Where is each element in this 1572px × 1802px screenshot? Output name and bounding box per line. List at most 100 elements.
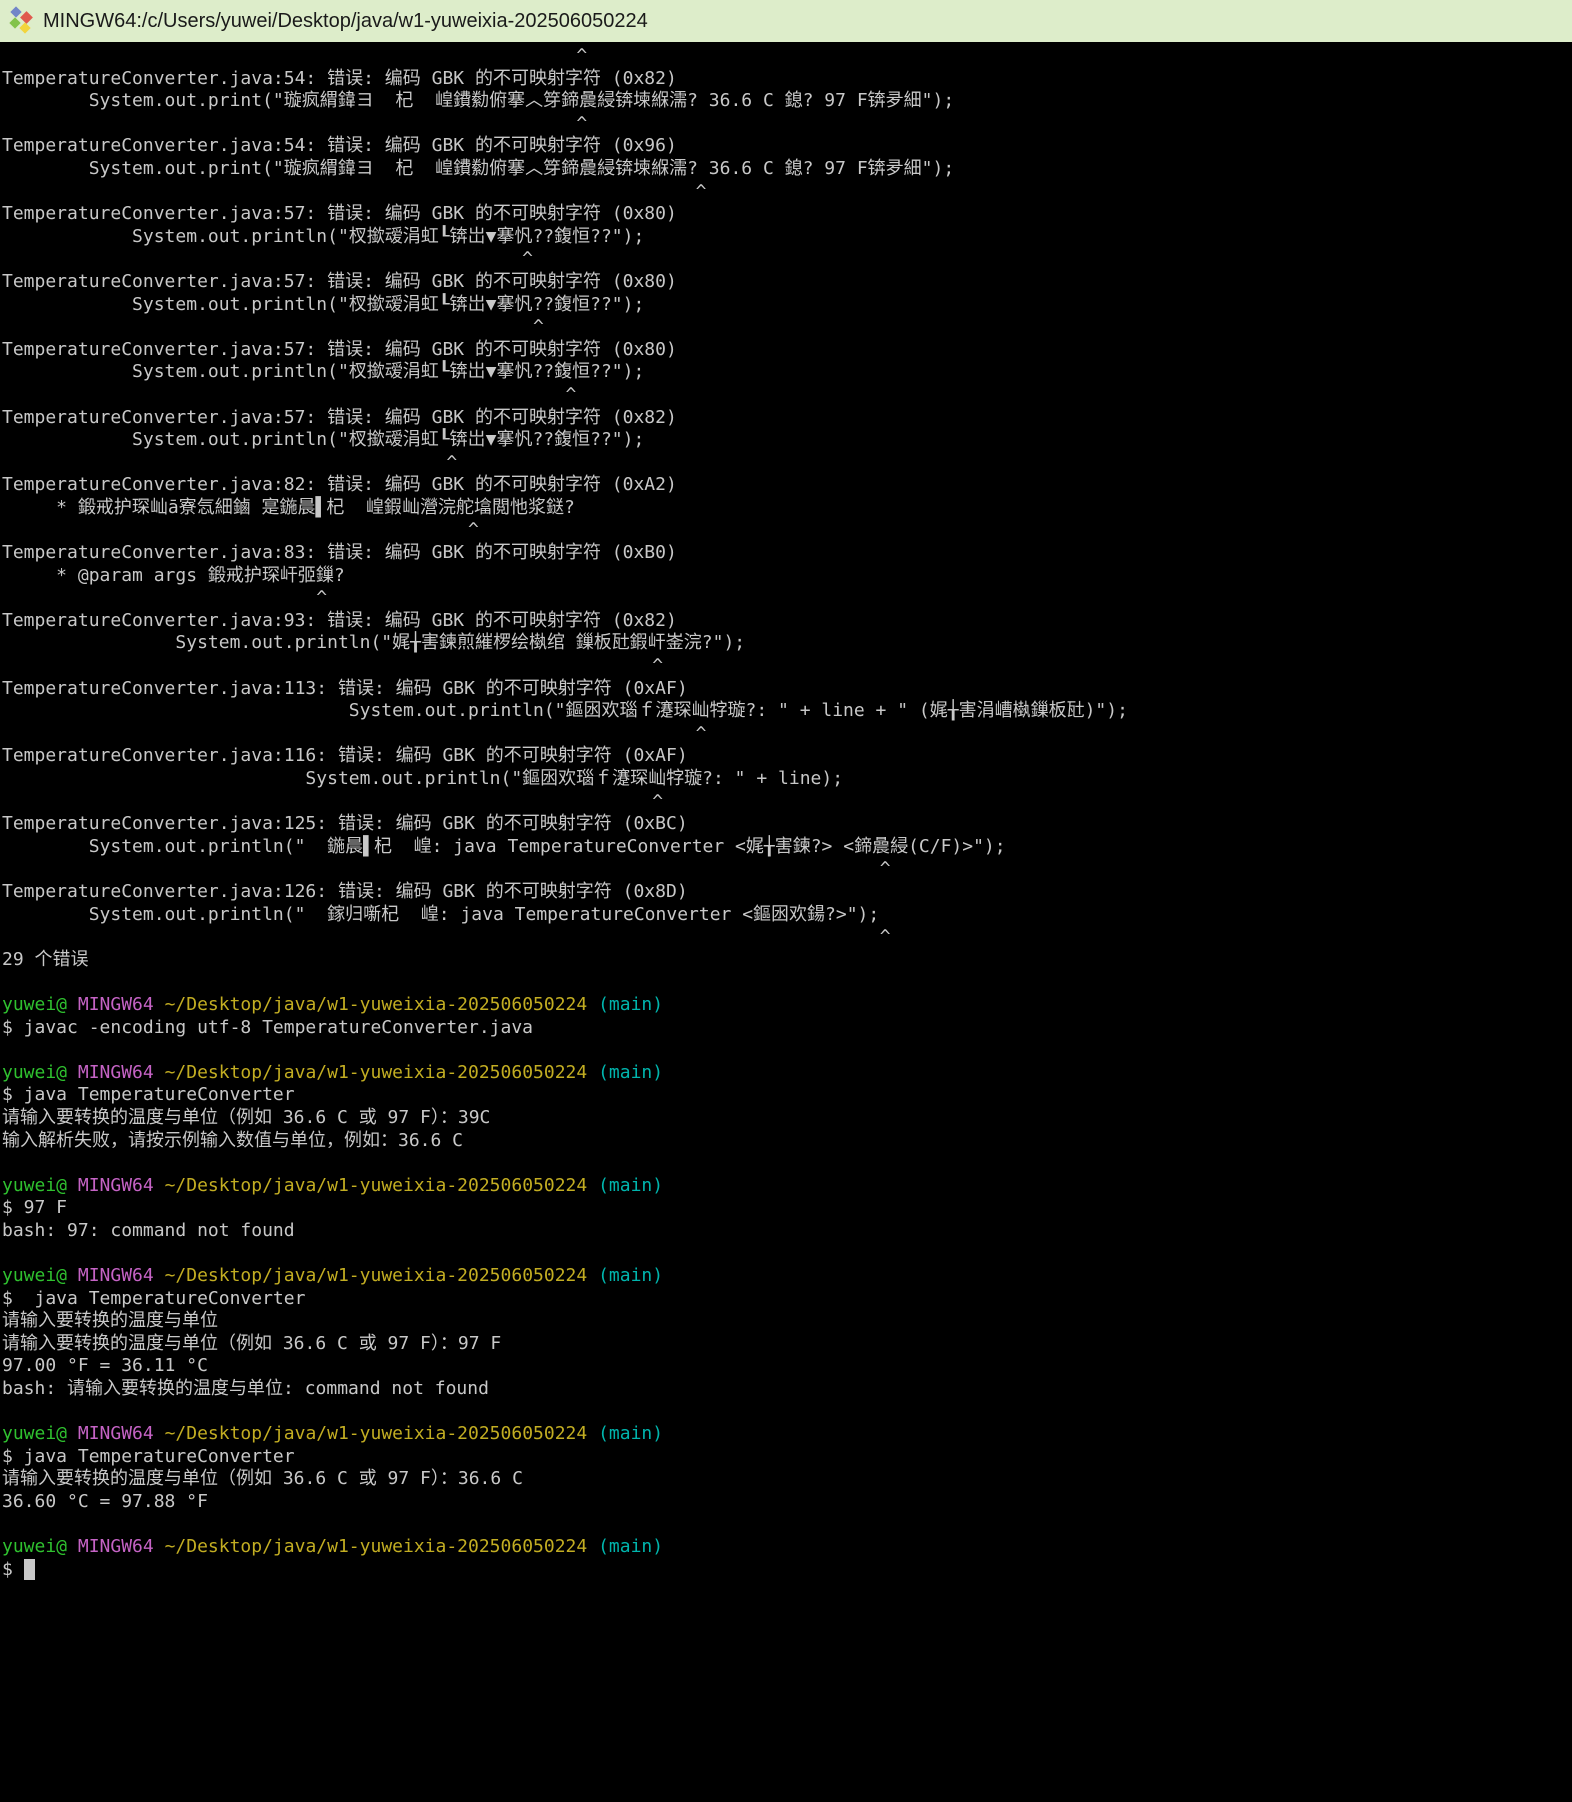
terminal-text: ~/Desktop/java/w1-yuweixia-202506050224 <box>165 1423 588 1444</box>
terminal-line: System.out.println("杈撳叆涓虹┖锛岀▼搴忛??鍑恒??"); <box>2 294 1572 317</box>
terminal-line: TemperatureConverter.java:93: 错误: 编码 GBK… <box>2 610 1572 633</box>
terminal-text <box>154 994 165 1015</box>
terminal-text: TemperatureConverter.java:54: 错误: 编码 GBK… <box>2 68 677 89</box>
terminal-line: System.out.print("璇疯緭鍏ヨ 杞 崲鐨勬俯搴︿笌鍗曟綅锛堜緥濡… <box>2 158 1572 181</box>
terminal-line: yuwei@ MINGW64 ~/Desktop/java/w1-yuweixi… <box>2 1536 1572 1559</box>
terminal-text: ^ <box>2 45 587 66</box>
terminal-text: TemperatureConverter.java:116: 错误: 编码 GB… <box>2 745 688 766</box>
terminal-line: TemperatureConverter.java:83: 错误: 编码 GBK… <box>2 542 1572 565</box>
terminal-text: TemperatureConverter.java:57: 错误: 编码 GBK… <box>2 203 677 224</box>
terminal-line <box>2 1152 1572 1175</box>
terminal-line: ^ <box>2 113 1572 136</box>
terminal-line <box>2 1514 1572 1537</box>
terminal-line: TemperatureConverter.java:57: 错误: 编码 GBK… <box>2 407 1572 430</box>
terminal-text: TemperatureConverter.java:82: 错误: 编码 GBK… <box>2 474 677 495</box>
terminal-text: ~/Desktop/java/w1-yuweixia-202506050224 <box>165 994 588 1015</box>
terminal-line: System.out.println(" 鎵归噺杞 崲: java Temper… <box>2 904 1572 927</box>
terminal-line: 请输入要转换的温度与单位（例如 36.6 C 或 97 F）：39C <box>2 1107 1572 1130</box>
terminal-text: ^ <box>2 858 891 879</box>
terminal-text <box>154 1062 165 1083</box>
terminal-text: (main) <box>598 1265 663 1286</box>
terminal-line: yuwei@ MINGW64 ~/Desktop/java/w1-yuweixi… <box>2 1265 1572 1288</box>
terminal-line: ^ <box>2 858 1572 881</box>
terminal-output[interactable]: ^TemperatureConverter.java:54: 错误: 编码 GB… <box>0 42 1572 1581</box>
terminal-line: $ <box>2 1559 1572 1582</box>
terminal-text <box>587 1536 598 1557</box>
terminal-text: ^ <box>2 655 663 676</box>
terminal-line: $ java TemperatureConverter <box>2 1446 1572 1469</box>
terminal-line: * 鍛戒护琛屾ā寮忥細鏀 寔鍦晨▌杞 崲鍜屾瀯浣舵墖閲忚浆鎹? <box>2 497 1572 520</box>
terminal-line: 29 个错误 <box>2 949 1572 972</box>
terminal-text: TemperatureConverter.java:93: 错误: 编码 GBK… <box>2 610 677 631</box>
terminal-text: 29 个错误 <box>2 949 89 970</box>
terminal-text: ^ <box>2 248 533 269</box>
terminal-line: TemperatureConverter.java:54: 错误: 编码 GBK… <box>2 68 1572 91</box>
terminal-text: (main) <box>598 1536 663 1557</box>
terminal-cursor <box>24 1559 35 1580</box>
terminal-line: yuwei@ MINGW64 ~/Desktop/java/w1-yuweixi… <box>2 1175 1572 1198</box>
terminal-text: TemperatureConverter.java:57: 错误: 编码 GBK… <box>2 407 677 428</box>
terminal-line: yuwei@ MINGW64 ~/Desktop/java/w1-yuweixi… <box>2 1062 1572 1085</box>
terminal-line: 输入解析失败，请按示例输入数值与单位，例如：36.6 C <box>2 1130 1572 1153</box>
terminal-line: System.out.println("娓╁害鍊煎繀椤绘槸绾 鏁板瓧鍜屽崟浣?"… <box>2 632 1572 655</box>
terminal-text: System.out.println("鏂囦欢瑙ｆ瀽琛屾牸璇?: " + lin… <box>2 768 843 789</box>
terminal-text <box>154 1423 165 1444</box>
terminal-text: TemperatureConverter.java:125: 错误: 编码 GB… <box>2 813 688 834</box>
terminal-text <box>67 1062 78 1083</box>
terminal-text: 请输入要转换的温度与单位 <box>2 1310 218 1331</box>
terminal-text: TemperatureConverter.java:57: 错误: 编码 GBK… <box>2 339 677 360</box>
terminal-line: ^ <box>2 519 1572 542</box>
terminal-line: TemperatureConverter.java:57: 错误: 编码 GBK… <box>2 203 1572 226</box>
terminal-line: TemperatureConverter.java:125: 错误: 编码 GB… <box>2 813 1572 836</box>
terminal-text: System.out.println("杈撳叆涓虹┖锛岀▼搴忛??鍑恒??"); <box>2 361 644 382</box>
terminal-line: System.out.println("杈撳叆涓虹┖锛岀▼搴忛??鍑恒??"); <box>2 429 1572 452</box>
terminal-line: yuwei@ MINGW64 ~/Desktop/java/w1-yuweixi… <box>2 1423 1572 1446</box>
terminal-line: ^ <box>2 316 1572 339</box>
terminal-line: TemperatureConverter.java:126: 错误: 编码 GB… <box>2 881 1572 904</box>
terminal-text: 请输入要转换的温度与单位（例如 36.6 C 或 97 F）：97 F <box>2 1333 501 1354</box>
terminal-text: 97.00 °F = 36.11 °C <box>2 1355 208 1376</box>
terminal-line: TemperatureConverter.java:57: 错误: 编码 GBK… <box>2 339 1572 362</box>
terminal-line: ^ <box>2 181 1572 204</box>
terminal-line: System.out.print("璇疯緭鍏ヨ 杞 崲鐨勬俯搴︿笌鍗曟綅锛堜緥濡… <box>2 90 1572 113</box>
terminal-text <box>587 1062 598 1083</box>
terminal-line: * @param args 鍛戒护琛屽弬鏁? <box>2 565 1572 588</box>
terminal-text: ^ <box>2 926 891 947</box>
terminal-text: ~/Desktop/java/w1-yuweixia-202506050224 <box>165 1265 588 1286</box>
terminal-text: MINGW64 <box>78 1062 154 1083</box>
terminal-text: MINGW64 <box>78 1536 154 1557</box>
terminal-line: 请输入要转换的温度与单位 <box>2 1310 1572 1333</box>
terminal-line: System.out.println(" 鍦晨▌杞 崲: java Temper… <box>2 836 1572 859</box>
terminal-text: System.out.println("鏂囦欢瑙ｆ瀽琛屾牸璇?: " + lin… <box>2 700 1128 721</box>
terminal-line: bash: 97: command not found <box>2 1220 1572 1243</box>
terminal-text: (main) <box>598 994 663 1015</box>
terminal-text: yuwei@ <box>2 1062 67 1083</box>
terminal-text <box>587 1175 598 1196</box>
terminal-text: $ 97 F <box>2 1197 67 1218</box>
terminal-text: $ java TemperatureConverter <box>2 1288 305 1309</box>
terminal-text: ~/Desktop/java/w1-yuweixia-202506050224 <box>165 1175 588 1196</box>
terminal-text: ^ <box>2 384 576 405</box>
terminal-text: ~/Desktop/java/w1-yuweixia-202506050224 <box>165 1536 588 1557</box>
terminal-text: * @param args 鍛戒护琛屽弬鏁? <box>2 565 345 586</box>
terminal-text: System.out.println("杈撳叆涓虹┖锛岀▼搴忛??鍑恒??"); <box>2 226 644 247</box>
terminal-line: ^ <box>2 248 1572 271</box>
terminal-text: TemperatureConverter.java:126: 错误: 编码 GB… <box>2 881 688 902</box>
terminal-text: (main) <box>598 1175 663 1196</box>
terminal-text <box>67 1175 78 1196</box>
window-titlebar[interactable]: MINGW64:/c/Users/yuwei/Desktop/java/w1-y… <box>0 0 1572 42</box>
terminal-text: (main) <box>598 1062 663 1083</box>
terminal-text <box>154 1265 165 1286</box>
terminal-text: 请输入要转换的温度与单位（例如 36.6 C 或 97 F）：39C <box>2 1107 490 1128</box>
terminal-text: System.out.print("璇疯緭鍏ヨ 杞 崲鐨勬俯搴︿笌鍗曟綅锛堜緥濡… <box>2 90 954 111</box>
terminal-text: ~/Desktop/java/w1-yuweixia-202506050224 <box>165 1062 588 1083</box>
terminal-line: $ javac -encoding utf-8 TemperatureConve… <box>2 1017 1572 1040</box>
terminal-text: System.out.println("杈撳叆涓虹┖锛岀▼搴忛??鍑恒??"); <box>2 294 644 315</box>
terminal-line: 97.00 °F = 36.11 °C <box>2 1355 1572 1378</box>
terminal-line: 请输入要转换的温度与单位（例如 36.6 C 或 97 F）：36.6 C <box>2 1468 1572 1491</box>
terminal-text: System.out.println(" 鍦晨▌杞 崲: java Temper… <box>2 836 1006 857</box>
terminal-text: $ java TemperatureConverter <box>2 1446 295 1467</box>
terminal-line: ^ <box>2 791 1572 814</box>
terminal-line: ^ <box>2 655 1572 678</box>
terminal-text: $ <box>2 1559 24 1580</box>
